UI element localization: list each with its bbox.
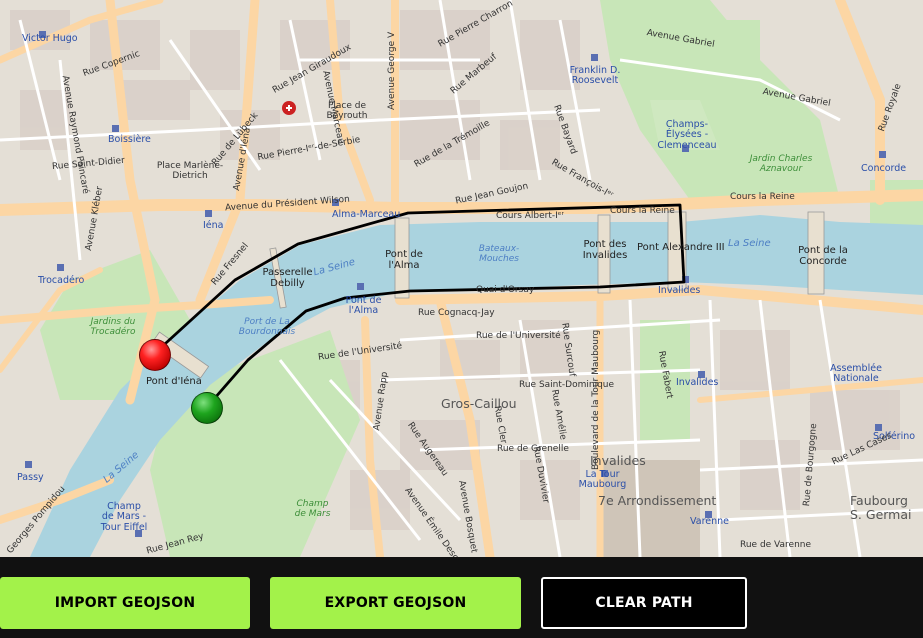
district-label: 7e Arrondissement bbox=[598, 493, 717, 508]
bridge-label: Pont de l'Alma bbox=[385, 249, 423, 271]
toolbar: IMPORT GEOJSON EXPORT GEOJSON CLEAR PATH bbox=[0, 557, 923, 638]
map-view[interactable]: Victor Hugo Boissière Place Marlène-Diet… bbox=[0, 0, 923, 557]
street-label: Rue Saint-Dominique bbox=[519, 380, 615, 390]
bridge-label: Pont d'Iéna bbox=[146, 376, 202, 387]
map-label: Passy bbox=[17, 472, 44, 483]
map-label: Varenne bbox=[690, 516, 730, 527]
map-label: Champ de Mars bbox=[294, 499, 331, 519]
map-label: Bateaux-Mouches bbox=[478, 244, 520, 264]
map-label: Jardins du Trocadéro bbox=[90, 317, 136, 337]
street-label: Avenue George V bbox=[387, 31, 397, 110]
import-geojson-button[interactable]: IMPORT GEOJSON bbox=[0, 577, 250, 629]
map-label: Assemblée Nationale bbox=[830, 363, 882, 385]
map-label: Invalides bbox=[676, 377, 719, 388]
street-label: Boulevard de la Tour Maubourg bbox=[591, 329, 601, 470]
export-geojson-button[interactable]: EXPORT GEOJSON bbox=[270, 577, 521, 629]
street-label: Rue Cognacq-Jay bbox=[418, 308, 495, 318]
river-label: La Seine bbox=[728, 238, 771, 249]
map-label: La Tour Maubourg bbox=[578, 469, 627, 491]
map-label: Jardin Charles Aznavour bbox=[749, 154, 813, 174]
map-label: Victor Hugo bbox=[22, 33, 78, 44]
map-label: Iéna bbox=[203, 220, 224, 231]
clear-path-button[interactable]: CLEAR PATH bbox=[541, 577, 747, 629]
start-marker[interactable] bbox=[139, 339, 171, 371]
map-label: Champs-Élysées - Clemenceau bbox=[657, 119, 717, 151]
map-label: Boissière bbox=[108, 134, 151, 145]
district-label: Faubourg S. Germai bbox=[850, 493, 912, 522]
street-label: Cours la Reine bbox=[730, 192, 795, 202]
street-label: Quai d'Orsay bbox=[476, 285, 535, 295]
bridge-label: Pont des Invalides bbox=[582, 239, 628, 261]
street-label: Cours la Reine bbox=[610, 206, 675, 216]
street-label: Rue de Varenne bbox=[740, 540, 812, 550]
map-label: Alma-Marceau bbox=[332, 209, 401, 220]
map-label: Invalides bbox=[658, 285, 701, 296]
district-label: Gros-Caillou bbox=[441, 396, 517, 411]
street-label: Rue de l'Université bbox=[476, 331, 561, 341]
street-label: Cours Albert-Iᵉʳ bbox=[496, 211, 564, 221]
map-label: Trocadéro bbox=[38, 275, 85, 286]
end-marker[interactable] bbox=[191, 392, 223, 424]
map-label: Concorde bbox=[861, 163, 907, 174]
map-label: Franklin D. Roosevelt bbox=[569, 65, 621, 87]
bridge-label: Pont de la Concorde bbox=[798, 245, 848, 267]
map-label: Pont de l'Alma bbox=[345, 295, 382, 317]
map-label: Champ de Mars - Tour Eiffel bbox=[100, 501, 148, 533]
map-label: Port de La Bourdonnais bbox=[238, 317, 296, 337]
bridge-label: Passerelle Debilly bbox=[262, 267, 313, 289]
bridge-label: Pont Alexandre III bbox=[637, 242, 725, 253]
